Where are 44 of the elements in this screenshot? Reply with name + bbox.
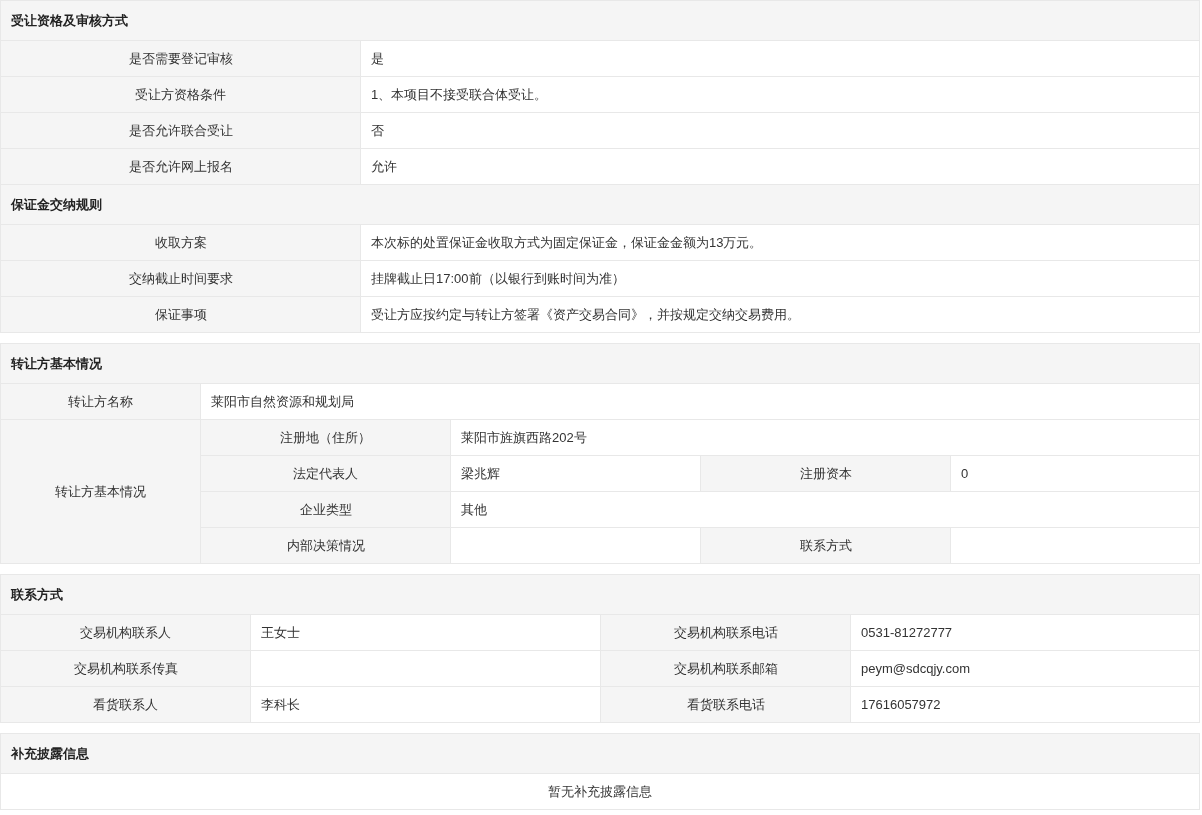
field-label: 交易机构联系传真 <box>1 651 251 687</box>
field-value: 0 <box>951 456 1200 492</box>
field-label: 企业类型 <box>201 492 451 528</box>
field-label: 交纳截止时间要求 <box>1 261 361 297</box>
field-label: 转让方名称 <box>1 384 201 420</box>
field-label: 交易机构联系邮箱 <box>601 651 851 687</box>
field-label: 转让方基本情况 <box>1 420 201 564</box>
field-value: 受让方应按约定与转让方签署《资产交易合同》，并按规定交纳交易费用。 <box>361 297 1200 333</box>
field-label: 交易机构联系电话 <box>601 615 851 651</box>
field-value: 0531-81272777 <box>851 615 1200 651</box>
section-header: 转让方基本情况 <box>1 344 1200 384</box>
section-header: 保证金交纳规则 <box>1 185 1200 225</box>
field-label: 看货联系电话 <box>601 687 851 723</box>
section-header: 联系方式 <box>1 575 1200 615</box>
field-value: 否 <box>361 113 1200 149</box>
field-value: 挂牌截止日17:00前（以银行到账时间为准） <box>361 261 1200 297</box>
section-header: 补充披露信息 <box>1 734 1200 774</box>
field-label: 是否允许网上报名 <box>1 149 361 185</box>
notice-text: 暂无补充披露信息 <box>1 774 1200 810</box>
field-label: 受让方资格条件 <box>1 77 361 113</box>
field-value: 梁兆辉 <box>451 456 701 492</box>
field-label: 注册资本 <box>701 456 951 492</box>
field-label: 看货联系人 <box>1 687 251 723</box>
field-value: 17616057972 <box>851 687 1200 723</box>
field-value: 其他 <box>451 492 1200 528</box>
section-header: 受让资格及审核方式 <box>1 1 1200 41</box>
field-value: 李科长 <box>251 687 601 723</box>
field-label: 注册地（住所） <box>201 420 451 456</box>
field-label: 保证事项 <box>1 297 361 333</box>
field-label: 是否需要登记审核 <box>1 41 361 77</box>
field-label: 是否允许联合受让 <box>1 113 361 149</box>
field-value: 本次标的处置保证金收取方式为固定保证金，保证金金额为13万元。 <box>361 225 1200 261</box>
field-value: 允许 <box>361 149 1200 185</box>
field-value: 莱阳市旌旗西路202号 <box>451 420 1200 456</box>
field-label: 法定代表人 <box>201 456 451 492</box>
field-label: 联系方式 <box>701 528 951 564</box>
field-value: 王女士 <box>251 615 601 651</box>
field-label: 内部决策情况 <box>201 528 451 564</box>
field-label: 收取方案 <box>1 225 361 261</box>
field-value: 莱阳市自然资源和规划局 <box>201 384 1200 420</box>
field-value: peym@sdcqjy.com <box>851 651 1200 687</box>
field-value: 是 <box>361 41 1200 77</box>
field-label: 交易机构联系人 <box>1 615 251 651</box>
field-value: 1、本项目不接受联合体受让。 <box>361 77 1200 113</box>
